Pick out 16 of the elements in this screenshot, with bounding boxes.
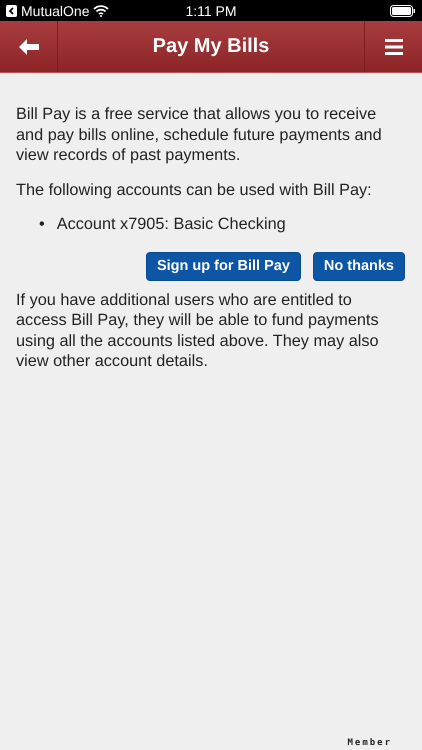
battery-icon <box>390 4 416 16</box>
accounts-heading: The following accounts can be used with Bill Pay: <box>16 180 373 200</box>
status-time: 1:11 PM <box>185 2 237 18</box>
account-item: Account x7905: Basic Checking <box>56 214 286 234</box>
no-thanks-button[interactable]: No thanks <box>312 252 405 280</box>
back-icon[interactable] <box>6 4 17 16</box>
member-label: Member <box>347 737 392 750</box>
menu-icon <box>384 38 402 56</box>
back-arrow-icon <box>18 38 40 56</box>
back-app-label[interactable]: MutualOne <box>21 2 90 18</box>
sign-up-button[interactable]: Sign up for Bill Pay <box>146 252 301 280</box>
intro-text: Bill Pay is a free service that allows you to receive and pay bills online, schedule future payments and view records of past payments. <box>16 104 383 166</box>
bullet: • <box>39 214 45 234</box>
note-text: If you have additional users who are entitled to access Bill Pay, they will be able to fund payments using all the accounts listed above. They may also view other account details. <box>16 290 380 372</box>
wifi-icon <box>93 4 110 16</box>
page-title: Pay My Bills <box>152 35 270 58</box>
